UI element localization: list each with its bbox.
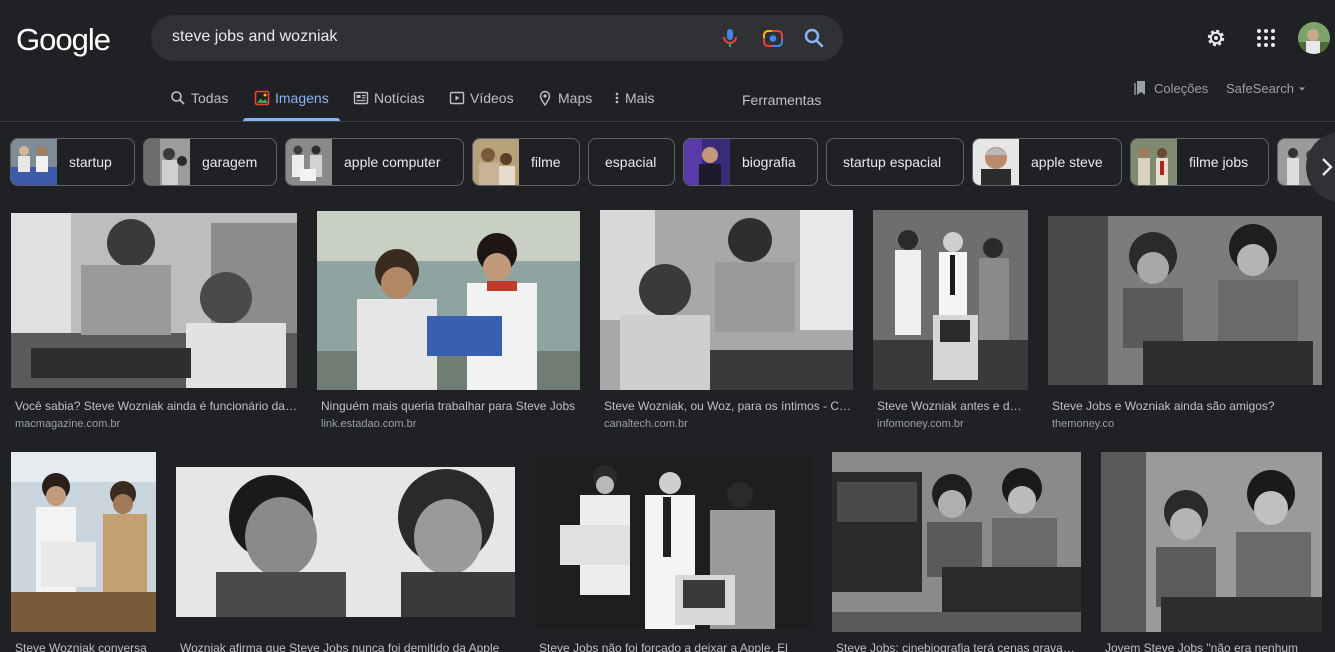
tab-label: Notícias — [374, 90, 425, 106]
tools-button[interactable]: Ferramentas — [742, 92, 821, 108]
news-icon — [353, 91, 369, 105]
dropdown-arrow-icon — [1298, 87, 1305, 90]
chip-thumbnail — [144, 139, 190, 185]
chip-label: garagem — [202, 154, 258, 170]
search-icon — [171, 91, 185, 105]
tab-label: Mais — [625, 90, 655, 106]
chip-startup[interactable]: startup — [10, 138, 135, 186]
image-result[interactable]: Steve Jobs: cinebiografia terá cenas gra… — [832, 452, 1081, 652]
collections-label: Coleções — [1154, 80, 1209, 96]
result-source[interactable]: link.estadao.com.br — [321, 417, 416, 431]
result-title[interactable]: Steve Jobs: cinebiografia terá cenas gra… — [836, 641, 1080, 652]
video-icon — [449, 91, 465, 105]
google-logo[interactable]: Google — [16, 22, 111, 58]
chip-label: apple steve — [1031, 154, 1103, 170]
result-title[interactable]: Steve Jobs e Wozniak ainda são amigos? — [1052, 399, 1322, 414]
chip-thumbnail — [473, 139, 519, 185]
chip-thumbnail — [684, 139, 730, 185]
settings-gear-icon[interactable] — [1204, 26, 1228, 50]
result-image[interactable] — [176, 467, 515, 617]
tab-label: Maps — [558, 90, 593, 106]
chip-label: espacial — [605, 154, 657, 170]
image-result[interactable]: Steve Wozniak antes e depois infomoney.c… — [873, 210, 1028, 433]
chip-thumbnail — [1131, 139, 1177, 185]
camera-lens-icon[interactable] — [761, 26, 785, 50]
result-image[interactable] — [317, 211, 580, 390]
result-image[interactable] — [535, 455, 812, 629]
map-pin-icon — [539, 90, 551, 106]
chip-label: startup — [69, 154, 112, 170]
tab-todas[interactable]: Todas — [170, 85, 228, 121]
tab-mais[interactable]: Mais — [614, 85, 655, 121]
collections-button[interactable]: Coleções — [1134, 80, 1208, 96]
image-result[interactable]: Steve Wozniak, ou Woz, para os íntimos -… — [600, 210, 853, 433]
account-avatar[interactable] — [1298, 22, 1330, 54]
search-input[interactable]: steve jobs and wozniak — [172, 28, 337, 46]
result-source[interactable]: canaltech.com.br — [604, 417, 688, 431]
chip-label: biografia — [742, 154, 796, 170]
chip-filme-jobs[interactable]: filme jobs — [1130, 138, 1269, 186]
result-title[interactable]: Jovem Steve Jobs "não era nenhum — [1105, 641, 1321, 652]
search-bar[interactable]: steve jobs and wozniak — [151, 15, 843, 61]
image-result[interactable]: Você sabia? Steve Wozniak ainda é funcio… — [11, 213, 297, 433]
chip-startup-espacial[interactable]: startup espacial — [826, 138, 964, 186]
tab-label: Vídeos — [470, 90, 514, 106]
tab-noticias[interactable]: Notícias — [353, 85, 425, 121]
chip-apple-steve[interactable]: apple steve — [972, 138, 1122, 186]
result-image[interactable] — [832, 452, 1081, 632]
result-image[interactable] — [873, 210, 1028, 390]
safesearch-button[interactable]: SafeSearch — [1226, 81, 1307, 96]
result-title[interactable]: Você sabia? Steve Wozniak ainda é funcio… — [15, 399, 297, 414]
images-icon — [254, 90, 270, 106]
tab-label: Imagens — [275, 90, 329, 106]
more-vert-icon — [615, 92, 619, 104]
chip-thumbnail — [11, 139, 57, 185]
result-image[interactable] — [11, 213, 297, 388]
result-image[interactable] — [1048, 216, 1322, 385]
chip-biografia[interactable]: biografia — [683, 138, 818, 186]
chip-thumbnail — [286, 139, 332, 185]
safesearch-label: SafeSearch — [1226, 81, 1294, 96]
image-result[interactable]: Jovem Steve Jobs "não era nenhum — [1101, 452, 1322, 652]
result-source[interactable]: macmagazine.com.br — [15, 417, 120, 431]
result-title[interactable]: Steve Wozniak conversa — [15, 641, 155, 652]
tab-videos[interactable]: Vídeos — [449, 85, 514, 121]
tab-imagens[interactable]: Imagens — [243, 85, 340, 121]
chip-label: apple computer — [344, 154, 441, 170]
image-result[interactable]: Steve Jobs não foi forçado a deixar a Ap… — [535, 455, 812, 652]
image-result[interactable]: Wozniak afirma que Steve Jobs nunca foi … — [176, 467, 515, 652]
result-title[interactable]: Steve Wozniak antes e depois — [877, 399, 1027, 414]
chip-filme[interactable]: filme — [472, 138, 580, 186]
chip-espacial[interactable]: espacial — [588, 138, 675, 186]
image-result[interactable]: Steve Jobs e Wozniak ainda são amigos? t… — [1048, 216, 1322, 433]
microphone-icon[interactable] — [718, 26, 742, 50]
search-icon[interactable] — [802, 26, 826, 50]
image-result[interactable]: Steve Wozniak conversa — [11, 452, 156, 652]
result-title[interactable]: Ninguém mais queria trabalhar para Steve… — [321, 399, 580, 414]
tab-label: Todas — [191, 90, 229, 106]
apps-grid-icon[interactable] — [1255, 27, 1277, 49]
tab-maps[interactable]: Maps — [537, 85, 592, 121]
bookmark-icon — [1134, 81, 1145, 95]
result-image[interactable] — [1101, 452, 1322, 632]
chip-label: filme — [531, 154, 561, 170]
result-source[interactable]: themoney.co — [1052, 417, 1114, 431]
chip-thumbnail — [973, 139, 1019, 185]
result-image[interactable] — [11, 452, 156, 632]
chip-label: filme jobs — [1189, 154, 1249, 170]
result-title[interactable]: Wozniak afirma que Steve Jobs nunca foi … — [180, 641, 514, 652]
image-result[interactable]: Ninguém mais queria trabalhar para Steve… — [317, 211, 580, 433]
chip-garagem[interactable]: garagem — [143, 138, 277, 186]
result-source[interactable]: infomoney.com.br — [877, 417, 964, 431]
header-divider — [0, 121, 1335, 122]
result-title[interactable]: Steve Wozniak, ou Woz, para os íntimos -… — [604, 399, 853, 414]
result-image[interactable] — [600, 210, 853, 390]
chip-apple-computer[interactable]: apple computer — [285, 138, 464, 186]
chip-label: startup espacial — [843, 154, 942, 170]
result-title[interactable]: Steve Jobs não foi forçado a deixar a Ap… — [539, 641, 811, 652]
chevron-right-icon — [1322, 158, 1333, 176]
